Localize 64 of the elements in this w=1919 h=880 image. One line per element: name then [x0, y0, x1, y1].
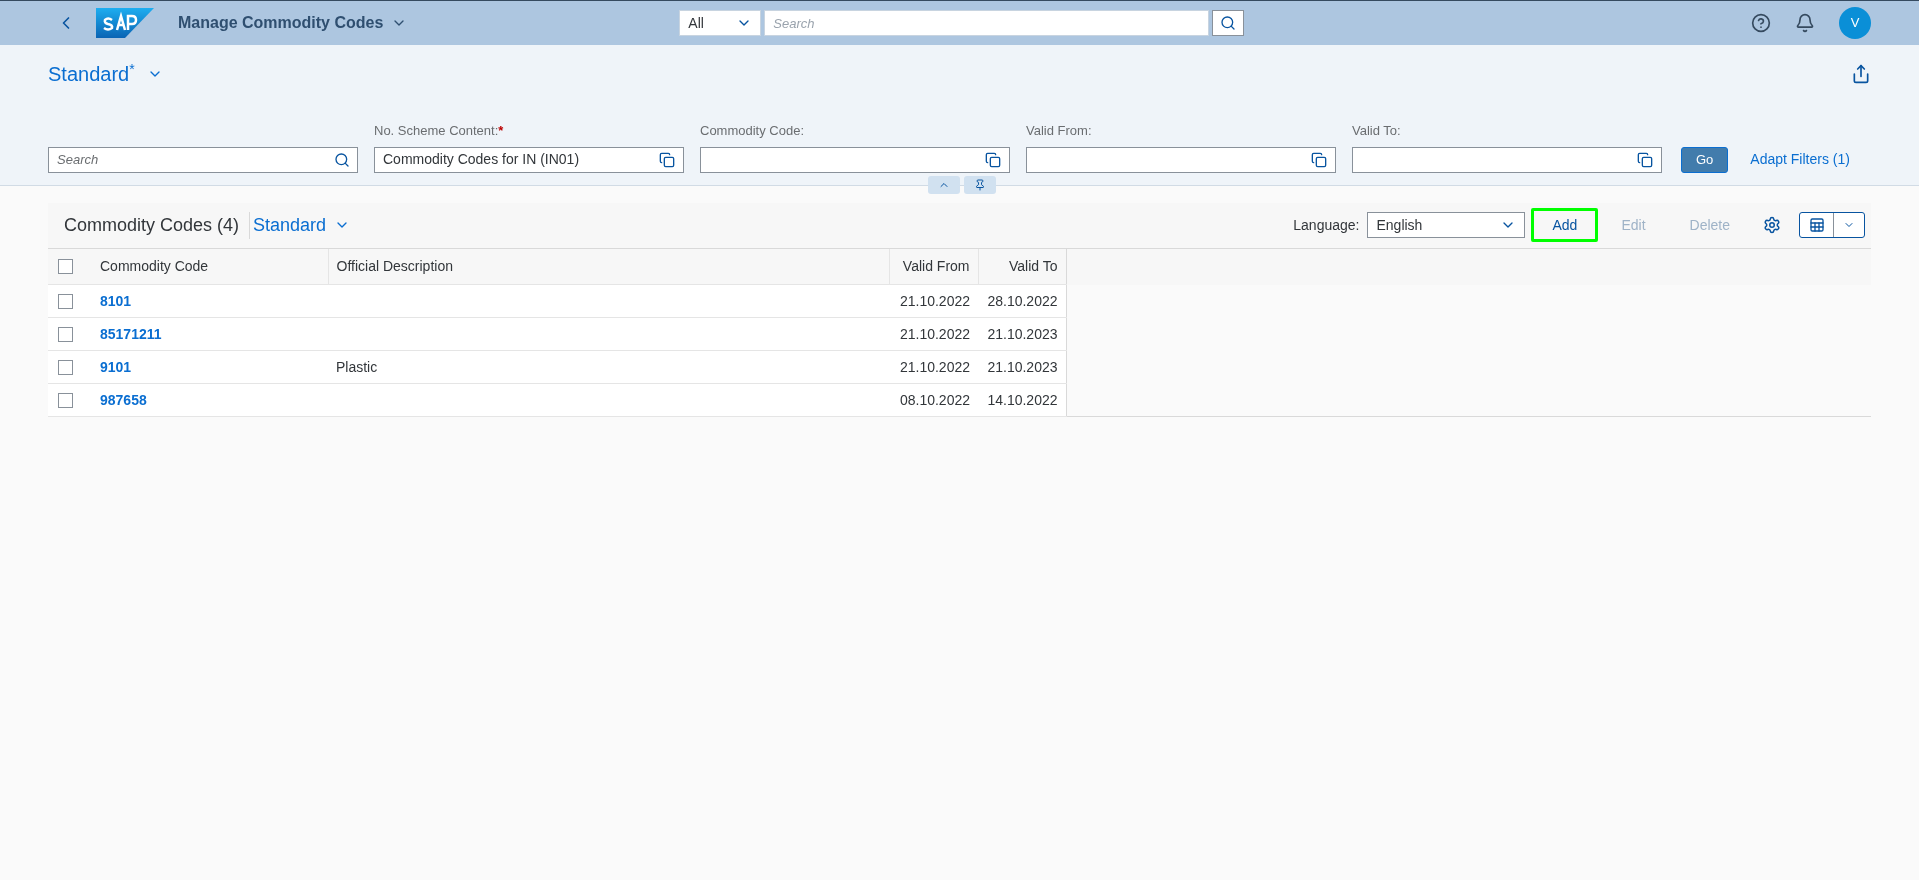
row-checkbox[interactable] — [58, 392, 73, 408]
column-header[interactable]: Official Description — [328, 248, 889, 285]
commodity-code-link[interactable]: 9101 — [100, 358, 132, 375]
filter-search-field[interactable]: Search — [48, 146, 358, 173]
filter-label: Valid From: — [1026, 122, 1093, 140]
search-scope-select[interactable]: All — [679, 10, 762, 36]
commodity-code-link[interactable]: 8101 — [100, 292, 132, 309]
modified-mark: * — [129, 61, 135, 77]
table-cell: 28.10.2022 — [987, 292, 1058, 309]
adapt-filters-link[interactable]: Adapt Filters (1) — [1750, 146, 1850, 173]
toolbar-button[interactable]: Add — [1531, 208, 1599, 242]
logo-icon — [96, 8, 154, 38]
value-help-icon[interactable] — [1311, 151, 1327, 168]
spreadsheet-icon — [1808, 217, 1825, 233]
filter-label: Valid To: — [1352, 122, 1402, 140]
table-cell: 21.10.2022 — [899, 358, 970, 375]
user-avatar[interactable]: V — [1839, 7, 1871, 39]
table-variant-selector[interactable]: Standard — [249, 211, 351, 239]
notification-bell-icon[interactable] — [1795, 13, 1815, 33]
row-checkbox[interactable] — [58, 359, 73, 375]
search-icon — [334, 151, 350, 168]
column-header[interactable]: Valid To — [978, 248, 1066, 285]
table-cell: 08.10.2022 — [899, 391, 970, 408]
search-field[interactable]: Search — [764, 10, 1210, 36]
language-label: Language: — [1293, 215, 1360, 235]
row-checkbox[interactable] — [58, 326, 73, 342]
table-cell: Plastic — [336, 358, 378, 375]
app-title-menu[interactable]: Manage Commodity Codes — [178, 11, 408, 35]
help-icon[interactable] — [1751, 13, 1771, 33]
pin-icon — [974, 178, 986, 191]
table-cell: 21.10.2022 — [899, 325, 970, 342]
filter-label: Commodity Code: — [700, 122, 806, 140]
table-cell: 21.10.2023 — [987, 325, 1058, 342]
search-icon — [1220, 15, 1237, 31]
variant-selector[interactable]: Standard$^{*}$ — [48, 59, 163, 89]
table-cell: 14.10.2022 — [987, 391, 1058, 408]
filter-label: No. Scheme Content:* — [374, 122, 505, 140]
settings-icon[interactable] — [1763, 216, 1781, 234]
filter-field[interactable] — [1026, 146, 1336, 173]
value-help-icon[interactable] — [985, 151, 1001, 168]
filter-field[interactable] — [1352, 146, 1662, 173]
row-checkbox[interactable] — [58, 293, 73, 309]
table-cell: 21.10.2023 — [987, 358, 1058, 375]
search-button[interactable] — [1212, 10, 1245, 36]
table-row[interactable]: 8101 21.10.2022 28.10.2022 — [48, 284, 1066, 318]
language-select[interactable]: English — [1367, 212, 1526, 238]
column-header[interactable]: Commodity Code — [88, 248, 328, 285]
table-row[interactable]: 9101 Plastic 21.10.2022 21.10.2023 — [48, 350, 1066, 384]
filter-field[interactable] — [700, 146, 1010, 173]
column-header[interactable]: Valid From — [889, 248, 978, 285]
value-help-icon[interactable] — [1637, 151, 1653, 168]
share-icon[interactable] — [1851, 64, 1871, 84]
table-title: Commodity Codes (4) — [64, 213, 240, 237]
commodity-code-link[interactable]: 85171211 — [100, 325, 162, 342]
table-row[interactable]: 987658 08.10.2022 14.10.2022 — [48, 383, 1066, 417]
export-button[interactable] — [1799, 212, 1865, 238]
row-checkbox[interactable] — [58, 258, 73, 274]
table-row[interactable]: 85171211 21.10.2022 21.10.2023 — [48, 317, 1066, 351]
table-cell: 21.10.2022 — [899, 292, 970, 309]
value-help-icon[interactable] — [659, 151, 675, 168]
commodity-code-link[interactable]: 987658 — [100, 391, 147, 408]
pin-header-button[interactable] — [964, 175, 996, 194]
filter-field[interactable]: Commodity Codes for IN (IN01) — [374, 146, 684, 173]
go-button[interactable]: Go — [1681, 146, 1729, 173]
